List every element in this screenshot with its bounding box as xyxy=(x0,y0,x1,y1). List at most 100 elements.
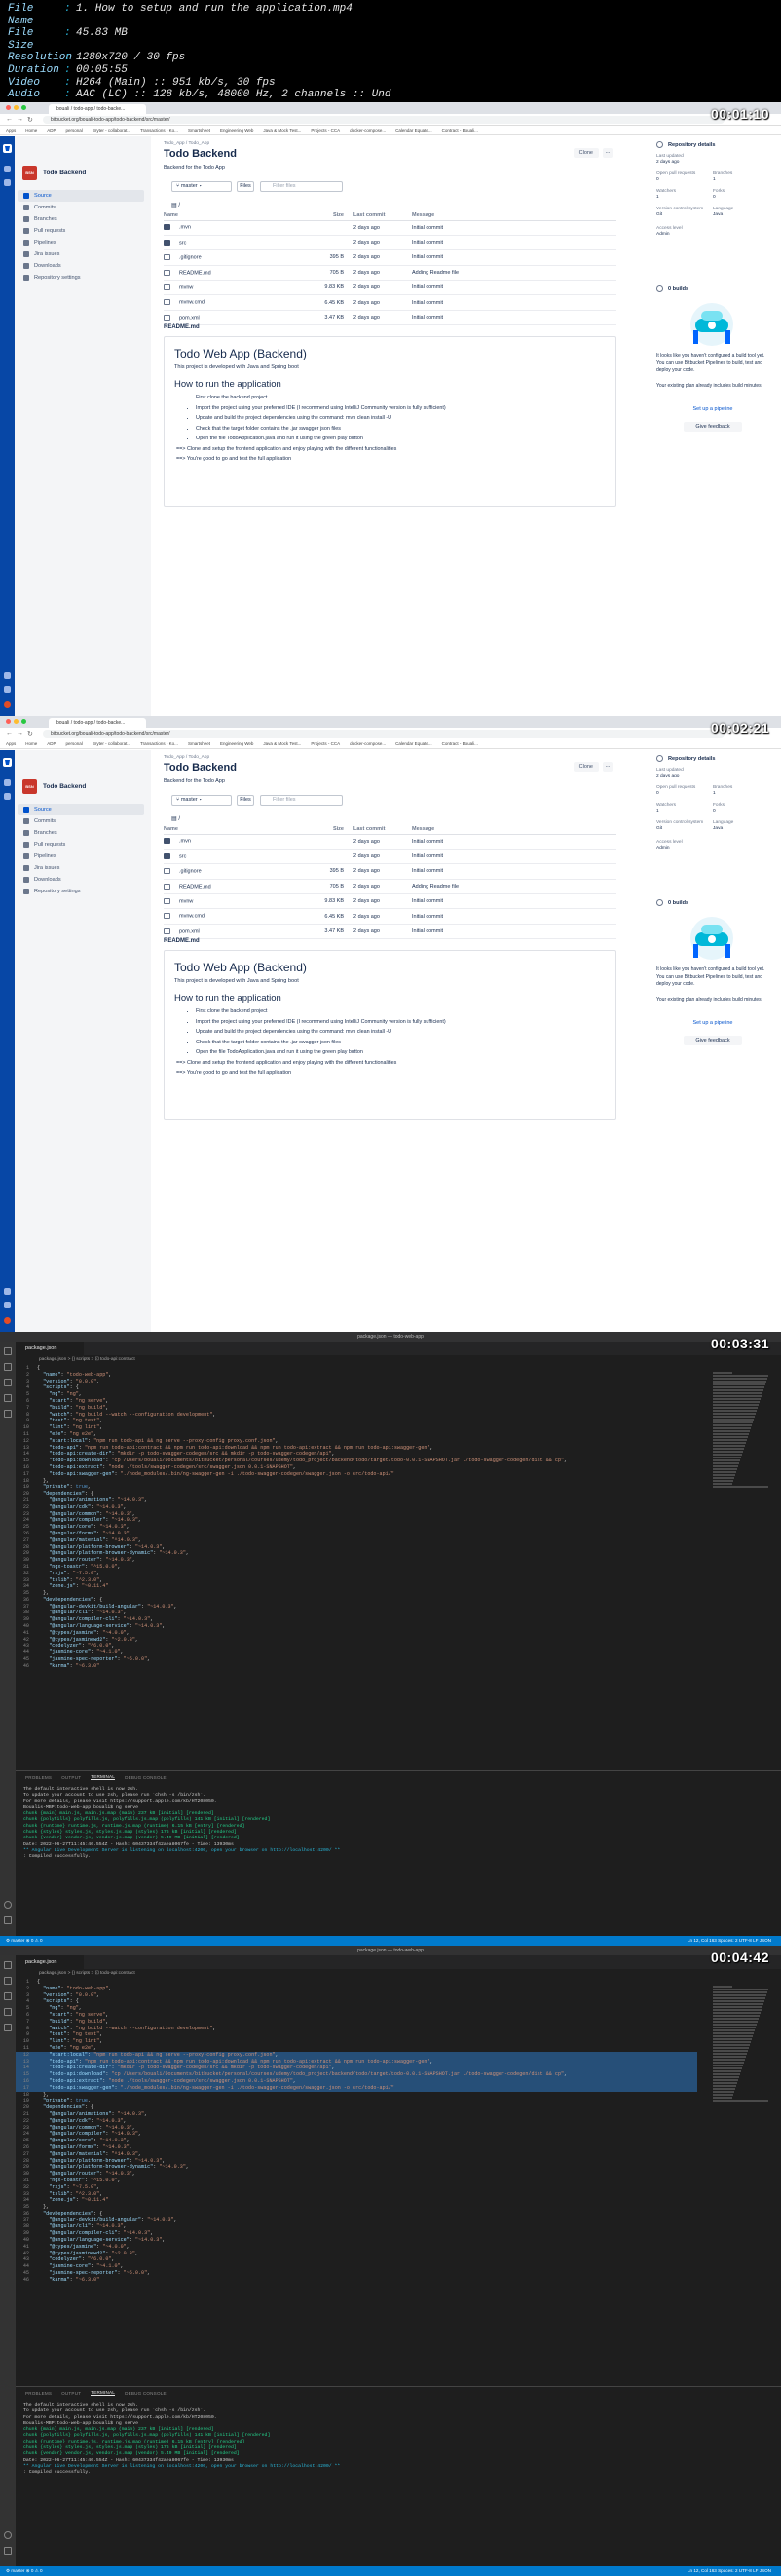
back-icon[interactable]: ← xyxy=(6,730,13,737)
bitbucket-logo-icon[interactable] xyxy=(3,758,12,767)
code-editor[interactable]: 1{2 "name": "todo-web-app", 3 "version": … xyxy=(16,1979,697,2284)
avatar[interactable] xyxy=(4,701,11,708)
table-row[interactable]: pom.xml 3.47 KB 2 days ago Initial commit xyxy=(164,310,616,326)
source-control-icon[interactable] xyxy=(4,1992,12,2000)
table-row[interactable]: mvnw.cmd 6.45 KB 2 days ago Initial commit xyxy=(164,908,616,925)
sidebar-item-pipelines[interactable]: Pipelines xyxy=(18,851,144,862)
terminal[interactable]: The default interactive shell is now zsh… xyxy=(16,1783,781,1865)
give-feedback-button[interactable]: Give feedback xyxy=(684,422,742,432)
bookmark[interactable]: Smartsheet xyxy=(188,741,210,746)
bookmark[interactable]: Home xyxy=(25,128,37,133)
bookmark[interactable]: docker-compose... xyxy=(350,741,386,746)
sidebar-item-commits[interactable]: Commits xyxy=(18,815,144,827)
sidebar-item-repository-settings[interactable]: Repository settings xyxy=(18,886,144,897)
more-button[interactable]: ... xyxy=(603,762,613,772)
panel-tab-debug-console[interactable]: DEBUG CONSOLE xyxy=(125,2391,167,2396)
panel-tab-problems[interactable]: PROBLEMS xyxy=(25,1775,52,1780)
table-row[interactable]: .mvn 2 days ago Initial commit xyxy=(164,220,616,236)
table-row[interactable]: mvnw.cmd 6.45 KB 2 days ago Initial commit xyxy=(164,294,616,311)
sidebar-item-downloads[interactable]: Downloads xyxy=(18,874,144,886)
plus-icon[interactable] xyxy=(4,179,11,186)
grid-icon[interactable] xyxy=(4,1288,11,1295)
sidebar-item-repository-settings[interactable]: Repository settings xyxy=(18,272,144,284)
reload-icon[interactable]: ↻ xyxy=(27,730,33,738)
sidebar-item-downloads[interactable]: Downloads xyxy=(18,260,144,272)
builds-header[interactable]: 0 builds xyxy=(656,285,688,292)
bookmark[interactable]: Projects - CCA xyxy=(311,741,340,746)
extensions-icon[interactable] xyxy=(4,2024,12,2031)
bookmark[interactable]: Bryter - collaborat... xyxy=(93,128,130,133)
sidebar-item-pull-requests[interactable]: Pull requests xyxy=(18,225,144,237)
table-row[interactable]: src 2 days ago Initial commit xyxy=(164,849,616,865)
files-button[interactable]: Files xyxy=(237,181,254,192)
search-icon[interactable] xyxy=(4,1363,12,1371)
panel-tab-terminal[interactable]: TERMINAL xyxy=(91,2390,116,2396)
editor-breadcrumb[interactable]: package.json > {} scripts > ⊡ todo-api:c… xyxy=(39,1357,135,1362)
url-input[interactable]: bitbucket.org/bouali-todo-app/todo-backe… xyxy=(43,730,725,738)
minimap[interactable] xyxy=(713,1371,771,1489)
sidebar-item-branches[interactable]: Branches xyxy=(18,827,144,839)
minimap[interactable] xyxy=(713,1985,771,2102)
sidebar-item-commits[interactable]: Commits xyxy=(18,202,144,213)
bitbucket-logo-icon[interactable] xyxy=(3,144,12,153)
clone-button[interactable]: Clone xyxy=(573,762,599,772)
sidebar-item-source[interactable]: Source xyxy=(18,804,144,815)
breadcrumb[interactable]: Todo_App / Todo_App xyxy=(164,755,209,760)
bookmark[interactable]: Engineering Web xyxy=(220,741,253,746)
table-row[interactable]: README.md 705 B2 days ago Adding Readme fi… xyxy=(164,879,616,895)
bookmark[interactable]: Projects - CCA xyxy=(311,128,340,133)
url-input[interactable]: bitbucket.org/bouali-todo-app/todo-backe… xyxy=(43,116,725,124)
repo-details-header[interactable]: Repository details xyxy=(656,141,716,148)
bookmark[interactable]: Contract - Bouali... xyxy=(442,741,478,746)
sidebar-item-source[interactable]: Source xyxy=(18,190,144,202)
panel-tab-terminal[interactable]: TERMINAL xyxy=(91,1774,116,1780)
give-feedback-button[interactable]: Give feedback xyxy=(684,1036,742,1045)
bookmark[interactable]: ADP xyxy=(47,741,56,746)
account-icon[interactable] xyxy=(4,1901,12,1909)
table-row[interactable]: README.md 705 B2 days ago Adding Readme fi… xyxy=(164,265,616,282)
table-row[interactable]: .mvn 2 days ago Initial commit xyxy=(164,834,616,850)
debug-icon[interactable] xyxy=(4,1394,12,1402)
browser-tab[interactable]: bouali / todo-app / todo-backe... xyxy=(49,104,146,114)
setup-pipeline-button[interactable]: Set up a pipeline xyxy=(656,1018,769,1028)
setup-pipeline-button[interactable]: Set up a pipeline xyxy=(656,404,769,414)
files-button[interactable]: Files xyxy=(237,795,254,806)
bookmark[interactable]: personal xyxy=(66,128,83,133)
grid-icon[interactable] xyxy=(4,672,11,679)
tab-package-json[interactable]: package.json xyxy=(16,1955,84,1969)
panel-tab-output[interactable]: OUTPUT xyxy=(61,1775,81,1780)
bookmark[interactable]: Calendar Equate... xyxy=(395,741,432,746)
extensions-icon[interactable] xyxy=(4,1410,12,1418)
panel-tab-debug-console[interactable]: DEBUG CONSOLE xyxy=(125,1775,167,1780)
help-icon[interactable] xyxy=(4,686,11,693)
tab-package-json[interactable]: package.json xyxy=(16,1342,84,1355)
sidebar-item-jira-issues[interactable]: Jira issues xyxy=(18,248,144,260)
filter-files-input[interactable]: Filter files xyxy=(260,181,343,192)
debug-icon[interactable] xyxy=(4,2008,12,2016)
editor-breadcrumb[interactable]: package.json > {} scripts > ⊡ todo-api:c… xyxy=(39,1971,135,1976)
bookmark[interactable]: Smartsheet xyxy=(188,128,210,133)
table-row[interactable]: mvnw 9.83 KB 2 days ago Initial commit xyxy=(164,893,616,910)
explorer-icon[interactable] xyxy=(4,1961,12,1969)
table-row[interactable]: src 2 days ago Initial commit xyxy=(164,235,616,251)
code-editor[interactable]: 1{2 "name": "todo-web-app", 3 "version": … xyxy=(16,1365,697,1670)
repo-details-header[interactable]: Repository details xyxy=(656,755,716,762)
bookmark[interactable]: docker-compose... xyxy=(350,128,386,133)
more-button[interactable]: ... xyxy=(603,148,613,158)
branch-select[interactable]: ⑂ master ▾ xyxy=(171,181,232,192)
builds-header[interactable]: 0 builds xyxy=(656,899,688,906)
source-control-icon[interactable] xyxy=(4,1379,12,1386)
clone-button[interactable]: Clone xyxy=(573,148,599,158)
bookmark[interactable]: Apps xyxy=(6,741,16,746)
bookmark[interactable]: Home xyxy=(25,741,37,746)
search-icon[interactable] xyxy=(4,166,11,172)
bookmark[interactable]: personal xyxy=(66,741,83,746)
bookmark[interactable]: Apps xyxy=(6,128,16,133)
back-icon[interactable]: ← xyxy=(6,116,13,123)
table-row[interactable]: .gitignore 395 B2 days ago Initial commit xyxy=(164,863,616,880)
bookmark[interactable]: ADP xyxy=(47,128,56,133)
gear-icon[interactable] xyxy=(4,1916,12,1924)
bookmark[interactable]: Engineering Web xyxy=(220,128,253,133)
account-icon[interactable] xyxy=(4,2531,12,2539)
forward-icon[interactable]: → xyxy=(17,116,23,123)
